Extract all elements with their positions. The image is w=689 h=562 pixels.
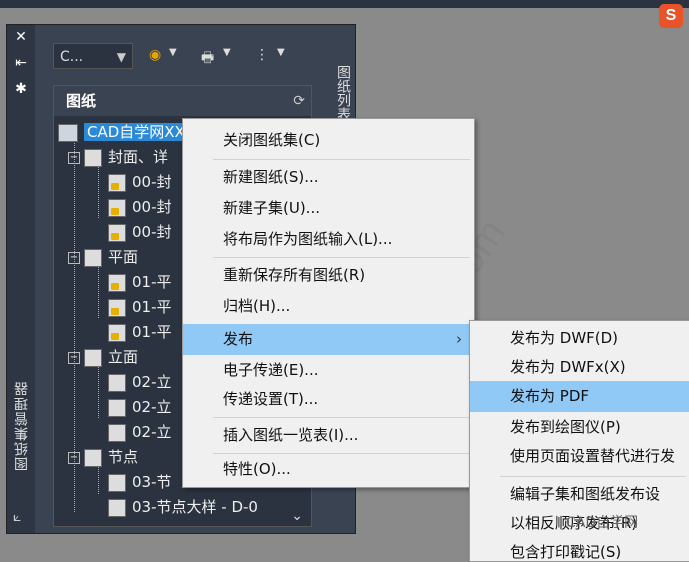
sheet-icon	[108, 398, 126, 417]
locked-sheet-icon	[108, 223, 126, 242]
sheet-icon	[108, 473, 126, 492]
chevron-down-icon[interactable]: ▼	[223, 47, 231, 58]
palette-title: 图纸集管理器	[14, 381, 30, 471]
sheet-label: 01-平	[132, 273, 172, 291]
tree-sheet-item[interactable]: 01-平	[108, 320, 172, 344]
sheet-label: 02-立	[132, 398, 172, 416]
tree-sheet-item[interactable]: 00-封	[108, 220, 172, 244]
tree-sheet-item[interactable]: 00-封	[108, 170, 172, 194]
collapse-icon[interactable]: −	[68, 351, 80, 364]
locked-sheet-icon	[108, 273, 126, 292]
submenu-page-setup-override[interactable]: 使用页面设置替代进行发	[470, 441, 689, 472]
close-icon[interactable]: ✕	[13, 29, 29, 45]
menu-new-subset[interactable]: 新建子集(U)...	[183, 193, 474, 224]
tree-sheet-item[interactable]: 01-平	[108, 295, 172, 319]
tree-group-label: 平面	[108, 248, 139, 266]
context-menu: 关闭图纸集(C) 新建图纸(S)... 新建子集(U)... 将布局作为图纸输入…	[182, 118, 475, 488]
sheet-label: 01-平	[132, 323, 172, 341]
tree-sheet-item[interactable]: 03-节点大样 - D-0	[108, 495, 258, 519]
collapse-icon[interactable]: −	[68, 251, 80, 264]
locked-sheet-icon	[108, 173, 126, 192]
tree-group-label: 节点	[108, 448, 139, 466]
submenu-publish-plotter[interactable]: 发布到绘图仪(P)	[470, 412, 689, 443]
panel-title: 图纸 ⟳	[54, 86, 311, 116]
chevron-down-icon[interactable]: ▼	[277, 47, 285, 58]
subset-icon	[84, 448, 102, 467]
subset-icon	[84, 148, 102, 167]
combo-value: C...	[60, 49, 84, 65]
ime-logo-icon[interactable]: S	[659, 4, 683, 28]
menu-publish[interactable]: 发布 ›	[183, 324, 474, 355]
menu-close-sheet-set[interactable]: 关闭图纸集(C)	[183, 125, 474, 156]
sheet-label: 00-封	[132, 198, 172, 216]
tree-group-cover[interactable]: − 封面、详	[68, 145, 168, 169]
sheet-label: 00-封	[132, 173, 172, 191]
submenu-publish-pdf[interactable]: 发布为 PDF	[470, 381, 689, 412]
menu-publish-label: 发布	[223, 330, 254, 348]
sheet-icon	[108, 423, 126, 442]
tree-sheet-item[interactable]: 00-封	[108, 195, 172, 219]
chevron-down-icon: ▼	[116, 50, 126, 64]
sheet-label: 02-立	[132, 423, 172, 441]
sheet-label: 03-节	[132, 473, 172, 491]
collapse-icon[interactable]: −	[68, 451, 80, 464]
menu-archive[interactable]: 归档(H)...	[183, 291, 474, 322]
tree-group-elevation[interactable]: − 立面	[68, 345, 138, 369]
locked-sheet-icon	[108, 198, 126, 217]
sheet-icon	[108, 373, 126, 392]
chevron-down-icon[interactable]: ⌄	[291, 508, 303, 524]
watermark-badge: CAD自学网	[566, 515, 639, 531]
top-window-bar	[0, 0, 689, 8]
sheet-label: 03-节点大样 - D-0	[132, 498, 258, 516]
menu-transmittal-setups[interactable]: 传递设置(T)...	[183, 384, 474, 415]
menu-import-layout[interactable]: 将布局作为图纸输入(L)...	[183, 224, 474, 255]
submenu-edit-subset-publish[interactable]: 编辑子集和图纸发布设	[470, 479, 689, 510]
menu-properties[interactable]: 特性(O)...	[183, 454, 474, 485]
tree-group-plan[interactable]: − 平面	[68, 245, 138, 269]
palette-toolbar: C... ▼ ◉ ▼ 🖶 ▼ ⋮ ▼	[41, 39, 321, 69]
submenu-arrow-icon: ›	[456, 330, 462, 348]
tree-sheet-item[interactable]: 02-立	[108, 420, 172, 444]
sheet-set-icon	[58, 123, 78, 142]
tree-group-label: 立面	[108, 348, 139, 366]
refresh-icon[interactable]: ⟳	[293, 86, 305, 116]
menu-insert-sheet-list[interactable]: 插入图纸一览表(I)...	[183, 420, 474, 451]
sheet-icon	[108, 498, 126, 517]
view-icon[interactable]: ◉	[149, 47, 161, 63]
tree-sheet-item[interactable]: 02-立	[108, 370, 172, 394]
sheet-set-combo[interactable]: C... ▼	[53, 43, 133, 69]
menu-resave-all[interactable]: 重新保存所有图纸(R)	[183, 260, 474, 291]
menu-etransmit[interactable]: 电子传递(E)...	[183, 355, 474, 386]
submenu-publish-dwfx[interactable]: 发布为 DWFx(X)	[470, 352, 689, 383]
locked-sheet-icon	[108, 323, 126, 342]
publish-icon[interactable]: 🖶	[201, 47, 214, 71]
tree-group-detail[interactable]: − 节点	[68, 445, 138, 469]
collapse-icon[interactable]: −	[68, 151, 80, 164]
submenu-publish-dwf[interactable]: 发布为 DWF(D)	[470, 323, 689, 354]
properties-icon[interactable]: ✱	[13, 81, 29, 97]
tree-sheet-item[interactable]: 01-平	[108, 270, 172, 294]
sheet-label: 02-立	[132, 373, 172, 391]
subset-icon	[84, 248, 102, 267]
tree-group-label: 封面、详	[108, 148, 169, 166]
tree-sheet-item[interactable]: 03-节	[108, 470, 172, 494]
sheet-selection-icon[interactable]: ⋮	[255, 47, 269, 63]
palette-menu-icon[interactable]: ⟀	[13, 509, 21, 525]
panel-title-text: 图纸	[66, 92, 97, 110]
chevron-down-icon[interactable]: ▼	[169, 47, 177, 58]
locked-sheet-icon	[108, 298, 126, 317]
subset-icon	[84, 348, 102, 367]
sheet-label: 01-平	[132, 298, 172, 316]
auto-hide-icon[interactable]: ⇤	[13, 55, 29, 71]
tree-sheet-item[interactable]: 02-立	[108, 395, 172, 419]
submenu-plot-stamp[interactable]: 包含打印戳记(S)	[470, 537, 689, 561]
palette-title-rail: ✕ ⇤ ✱ 图纸集管理器 ⟀	[7, 25, 35, 533]
menu-new-sheet[interactable]: 新建图纸(S)...	[183, 162, 474, 193]
sheet-label: 00-封	[132, 223, 172, 241]
